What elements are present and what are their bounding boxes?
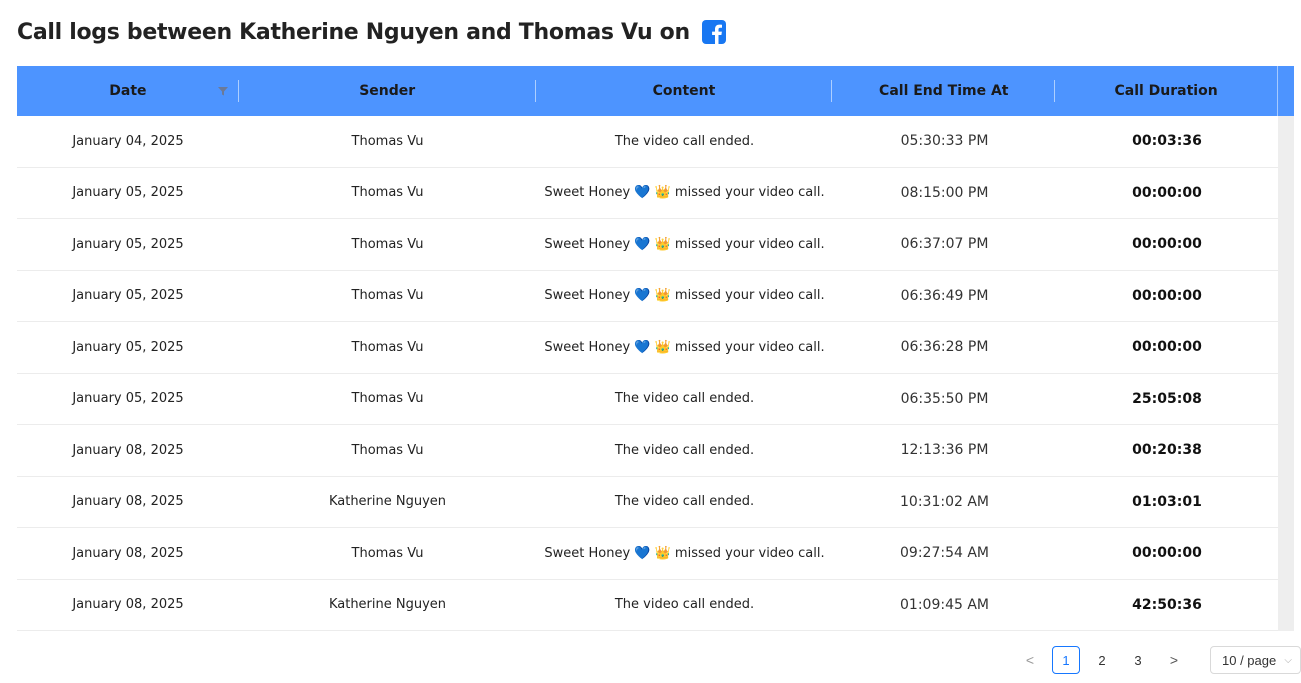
cell-sender: Thomas Vu <box>351 288 424 304</box>
cell-call-end-time: 06:35:50 PM <box>900 390 989 407</box>
cell-date: January 08, 2025 <box>72 494 184 510</box>
column-header-label: Date <box>109 83 147 99</box>
call-log-table: Date Sender Content Call End Time At Cal… <box>17 66 1294 631</box>
cell-sender: Thomas Vu <box>351 545 424 561</box>
table-row[interactable]: January 08, 2025 Katherine Nguyen The vi… <box>17 477 1294 528</box>
prev-page-button[interactable]: < <box>1016 646 1044 674</box>
cell-content: Sweet Honey 💙 👑 missed your video call. <box>544 288 825 304</box>
pagination: < 1 2 3 > 10 / page ⌵ <box>1016 646 1301 674</box>
cell-content: Sweet Honey 💙 👑 missed your video call. <box>544 339 825 355</box>
chevron-down-icon: ⌵ <box>1284 654 1292 666</box>
column-header-call-duration[interactable]: Call Duration <box>1055 66 1277 116</box>
column-header-label: Call End Time At <box>879 83 1009 99</box>
cell-content: Sweet Honey 💙 👑 missed your video call. <box>544 236 825 252</box>
page-title: Call logs between Katherine Nguyen and T… <box>17 19 690 45</box>
cell-date: January 05, 2025 <box>72 288 184 304</box>
header-scroll-gutter <box>1277 66 1294 116</box>
cell-call-end-time: 06:36:28 PM <box>900 339 989 356</box>
cell-content: Sweet Honey 💙 👑 missed your video call. <box>544 545 825 561</box>
filter-icon[interactable] <box>217 85 229 97</box>
cell-date: January 05, 2025 <box>72 236 184 252</box>
page-button-3[interactable]: 3 <box>1124 646 1152 674</box>
cell-call-end-time: 01:09:45 AM <box>900 596 989 613</box>
cell-date: January 05, 2025 <box>72 391 184 407</box>
cell-sender: Thomas Vu <box>351 442 424 458</box>
table-body: January 04, 2025 Thomas Vu The video cal… <box>17 116 1294 631</box>
column-header-date[interactable]: Date <box>17 66 239 116</box>
cell-sender: Thomas Vu <box>351 339 424 355</box>
column-header-label: Sender <box>359 83 416 99</box>
cell-call-end-time: 09:27:54 AM <box>900 545 989 562</box>
cell-sender: Katherine Nguyen <box>328 597 447 613</box>
column-header-call-end-time[interactable]: Call End Time At <box>832 66 1056 116</box>
table-row[interactable]: January 04, 2025 Thomas Vu The video cal… <box>17 116 1294 168</box>
cell-content: The video call ended. <box>614 442 755 458</box>
table-row[interactable]: January 08, 2025 Thomas Vu Sweet Honey 💙… <box>17 528 1294 580</box>
cell-content: The video call ended. <box>614 494 755 510</box>
page-button-2[interactable]: 2 <box>1088 646 1116 674</box>
cell-call-duration: 00:00:00 <box>1132 287 1202 304</box>
vertical-scrollbar[interactable] <box>1278 116 1294 631</box>
cell-date: January 08, 2025 <box>72 442 184 458</box>
cell-call-duration: 25:05:08 <box>1132 390 1202 407</box>
cell-sender: Thomas Vu <box>351 391 424 407</box>
page-button-1[interactable]: 1 <box>1052 646 1080 674</box>
cell-date: January 05, 2025 <box>72 339 184 355</box>
cell-call-end-time: 06:37:07 PM <box>900 236 989 253</box>
table-header: Date Sender Content Call End Time At Cal… <box>17 66 1294 116</box>
cell-call-end-time: 08:15:00 PM <box>900 184 989 201</box>
table-row[interactable]: January 05, 2025 Thomas Vu Sweet Honey 💙… <box>17 322 1294 374</box>
table-row[interactable]: January 05, 2025 Thomas Vu Sweet Honey 💙… <box>17 219 1294 271</box>
cell-call-duration: 00:20:38 <box>1132 442 1202 459</box>
column-header-label: Content <box>652 83 716 99</box>
cell-call-duration: 00:00:00 <box>1132 184 1202 201</box>
column-header-content[interactable]: Content <box>536 66 833 116</box>
table-row[interactable]: January 08, 2025 Thomas Vu The video cal… <box>17 425 1294 477</box>
cell-date: January 08, 2025 <box>72 597 184 613</box>
cell-content: The video call ended. <box>614 597 755 613</box>
cell-call-duration: 00:00:00 <box>1132 545 1202 562</box>
cell-call-end-time: 06:36:49 PM <box>900 287 989 304</box>
cell-sender: Thomas Vu <box>351 133 424 149</box>
column-header-label: Call Duration <box>1114 83 1218 99</box>
title-row: Call logs between Katherine Nguyen and T… <box>17 16 726 48</box>
cell-call-duration: 00:03:36 <box>1132 133 1202 150</box>
cell-call-end-time: 12:13:36 PM <box>900 442 989 459</box>
cell-date: January 04, 2025 <box>72 133 184 149</box>
table-row[interactable]: January 08, 2025 Katherine Nguyen The vi… <box>17 580 1294 631</box>
facebook-icon <box>701 20 726 44</box>
cell-call-end-time: 10:31:02 AM <box>900 493 989 510</box>
cell-call-duration: 42:50:36 <box>1132 596 1202 613</box>
cell-content: The video call ended. <box>614 133 755 149</box>
column-header-sender[interactable]: Sender <box>239 66 536 116</box>
cell-call-duration: 00:00:00 <box>1132 339 1202 356</box>
cell-call-end-time: 05:30:33 PM <box>900 133 989 150</box>
cell-sender: Thomas Vu <box>351 185 424 201</box>
cell-call-duration: 00:00:00 <box>1132 236 1202 253</box>
table-row[interactable]: January 05, 2025 Thomas Vu Sweet Honey 💙… <box>17 271 1294 322</box>
cell-content: Sweet Honey 💙 👑 missed your video call. <box>544 185 825 201</box>
page-size-value: 10 / page <box>1222 652 1277 668</box>
table-row[interactable]: January 05, 2025 Thomas Vu The video cal… <box>17 374 1294 425</box>
cell-content: The video call ended. <box>614 391 755 407</box>
cell-call-duration: 01:03:01 <box>1132 493 1202 510</box>
cell-date: January 08, 2025 <box>72 545 184 561</box>
table-row[interactable]: January 05, 2025 Thomas Vu Sweet Honey 💙… <box>17 168 1294 219</box>
cell-sender: Katherine Nguyen <box>328 494 447 510</box>
page-size-select[interactable]: 10 / page ⌵ <box>1210 646 1301 674</box>
cell-date: January 05, 2025 <box>72 185 184 201</box>
next-page-button[interactable]: > <box>1160 646 1188 674</box>
cell-sender: Thomas Vu <box>351 236 424 252</box>
